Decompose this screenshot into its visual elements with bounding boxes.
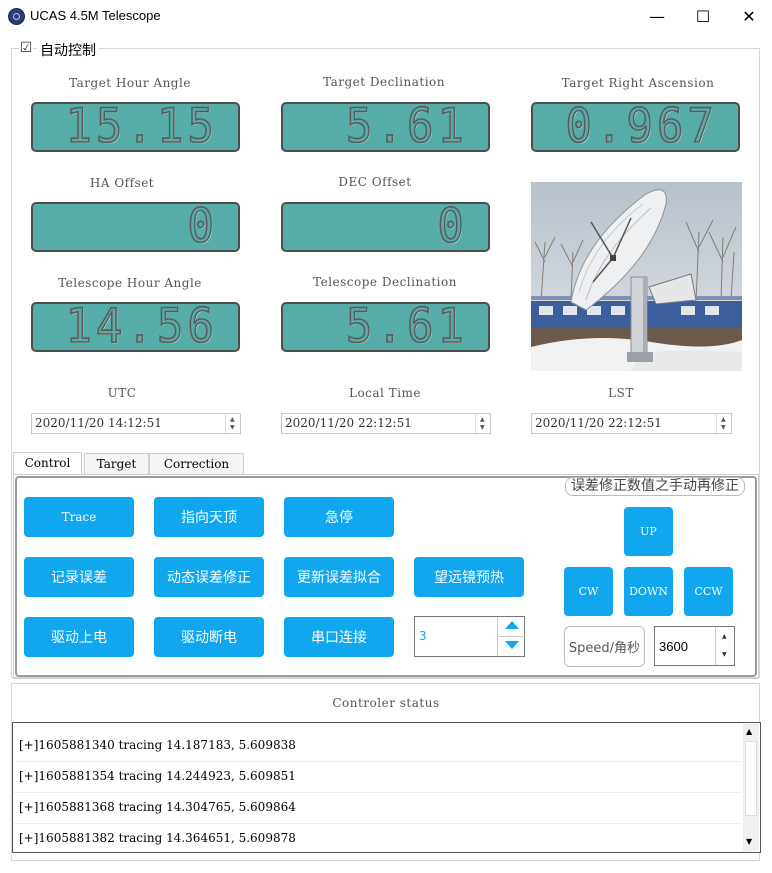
log-line: [+]1605881354 tracing 14.244923, 5.60985… — [19, 769, 296, 783]
lst-spinner[interactable]: ▲ ▼ — [716, 414, 731, 433]
dec-offset-label: DEC Offset — [338, 175, 412, 189]
ha-offset-value: 0 — [187, 198, 218, 254]
tab-correction[interactable]: Correction — [149, 453, 244, 474]
minimize-button[interactable]: — — [634, 0, 680, 32]
log-divider — [14, 761, 741, 762]
telescope-declination-value: 5.61 — [345, 298, 468, 354]
speed-input[interactable]: 3600 ▲ ▼ — [654, 626, 735, 666]
serial-connect-button[interactable]: 串口连接 — [284, 617, 394, 657]
tab-target[interactable]: Target — [84, 453, 149, 474]
lst-value: 2020/11/20 22:12:51 — [535, 416, 662, 430]
serial-port-number-input[interactable]: 3 — [414, 616, 525, 657]
speed-down-arrow-icon[interactable]: ▼ — [722, 651, 727, 658]
ha-offset-display: 0 — [31, 198, 240, 254]
telescope-hour-angle-value: 14.56 — [65, 298, 218, 354]
log-line: [+]1605881340 tracing 14.187183, 5.60983… — [19, 738, 296, 752]
spinner-divider — [498, 636, 525, 637]
speed-value: 3600 — [659, 639, 688, 654]
drive-power-off-button[interactable]: 驱动断电 — [154, 617, 264, 657]
log-divider — [14, 792, 741, 793]
radio-telescope-image — [531, 182, 742, 371]
record-error-button[interactable]: 记录误差 — [24, 557, 134, 597]
telescope-declination-label: Telescope Declination — [313, 275, 457, 289]
target-right-ascension-label: Target Right Ascension — [561, 76, 715, 90]
manual-correction-group-label: 误差修正数值之手动再修正 — [565, 477, 745, 496]
lst-label: LST — [608, 386, 634, 400]
maximize-button[interactable]: ☐ — [680, 0, 726, 32]
serial-port-number-value: 3 — [419, 629, 427, 643]
telescope-photo — [531, 182, 742, 371]
target-declination-label: Target Declination — [323, 75, 445, 89]
down-button[interactable]: DOWN — [624, 567, 673, 616]
dynamic-error-correction-button[interactable]: 动态误差修正 — [154, 557, 264, 597]
log-line: [+]1605881382 tracing 14.364651, 5.60987… — [19, 831, 296, 845]
dec-offset-value: 0 — [437, 198, 468, 254]
utc-label: UTC — [107, 386, 137, 400]
trace-button[interactable]: Trace — [24, 497, 134, 537]
log-scroll-thumb[interactable] — [745, 741, 757, 816]
ha-offset-label: HA Offset — [89, 176, 155, 190]
local-time-label: Local Time — [348, 386, 422, 400]
update-error-fit-button[interactable]: 更新误差拟合 — [284, 557, 394, 597]
target-hour-angle-display: 15.15 — [31, 98, 240, 154]
local-time-datetime-picker[interactable]: 2020/11/20 22:12:51 ▲ ▼ — [281, 413, 491, 434]
serial-port-spinner[interactable] — [497, 617, 525, 656]
app-icon — [8, 8, 25, 25]
title-bar: UCAS 4.5M Telescope — ☐ ✕ — [0, 0, 772, 32]
utc-value: 2020/11/20 14:12:51 — [35, 416, 162, 430]
lst-datetime-picker[interactable]: 2020/11/20 22:12:51 ▲ ▼ — [531, 413, 732, 434]
telescope-preheat-button[interactable]: 望远镜预热 — [414, 557, 524, 597]
close-button[interactable]: ✕ — [726, 0, 772, 32]
telescope-hour-angle-label: Telescope Hour Angle — [58, 276, 202, 290]
speed-up-arrow-icon[interactable]: ▲ — [722, 633, 727, 640]
speed-unit-button[interactable]: Speed/角秒 — [564, 626, 645, 667]
target-hour-angle-value: 15.15 — [65, 98, 218, 154]
log-divider — [14, 823, 741, 824]
target-right-ascension-value: 0.967 — [565, 98, 718, 154]
target-right-ascension-display: 0.967 — [531, 98, 740, 154]
local-time-value: 2020/11/20 22:12:51 — [285, 416, 412, 430]
target-hour-angle-label: Target Hour Angle — [69, 76, 191, 90]
scroll-down-arrow-icon[interactable]: ▼ — [746, 837, 752, 846]
emergency-stop-button[interactable]: 急停 — [284, 497, 394, 537]
target-declination-display: 5.61 — [281, 98, 490, 154]
drive-power-on-button[interactable]: 驱动上电 — [24, 617, 134, 657]
up-button[interactable]: UP — [624, 507, 673, 556]
local-time-spinner[interactable]: ▲ ▼ — [475, 414, 490, 433]
telescope-hour-angle-display: 14.56 — [31, 298, 240, 354]
ccw-button[interactable]: CCW — [684, 567, 733, 616]
tab-control[interactable]: Control — [13, 452, 82, 475]
cw-button[interactable]: CW — [564, 567, 613, 616]
window-title: UCAS 4.5M Telescope — [30, 8, 161, 23]
auto-control-label: 自动控制 — [37, 40, 99, 60]
target-declination-value: 5.61 — [345, 98, 468, 154]
speed-spinner[interactable]: ▲ ▼ — [715, 627, 735, 665]
controller-status-title: Controler status — [332, 696, 440, 710]
increment-arrow-icon[interactable] — [505, 621, 519, 629]
dec-offset-display: 0 — [281, 198, 490, 254]
scroll-up-arrow-icon[interactable]: ▲ — [746, 727, 752, 736]
log-line: [+]1605881368 tracing 14.304765, 5.60986… — [19, 800, 296, 814]
utc-datetime-picker[interactable]: 2020/11/20 14:12:51 ▲ ▼ — [31, 413, 241, 434]
auto-control-checkbox[interactable]: ☑ — [19, 41, 33, 55]
decrement-arrow-icon[interactable] — [505, 641, 519, 649]
telescope-declination-display: 5.61 — [281, 298, 490, 354]
utc-spinner[interactable]: ▲ ▼ — [225, 414, 240, 433]
point-zenith-button[interactable]: 指向天顶 — [154, 497, 264, 537]
